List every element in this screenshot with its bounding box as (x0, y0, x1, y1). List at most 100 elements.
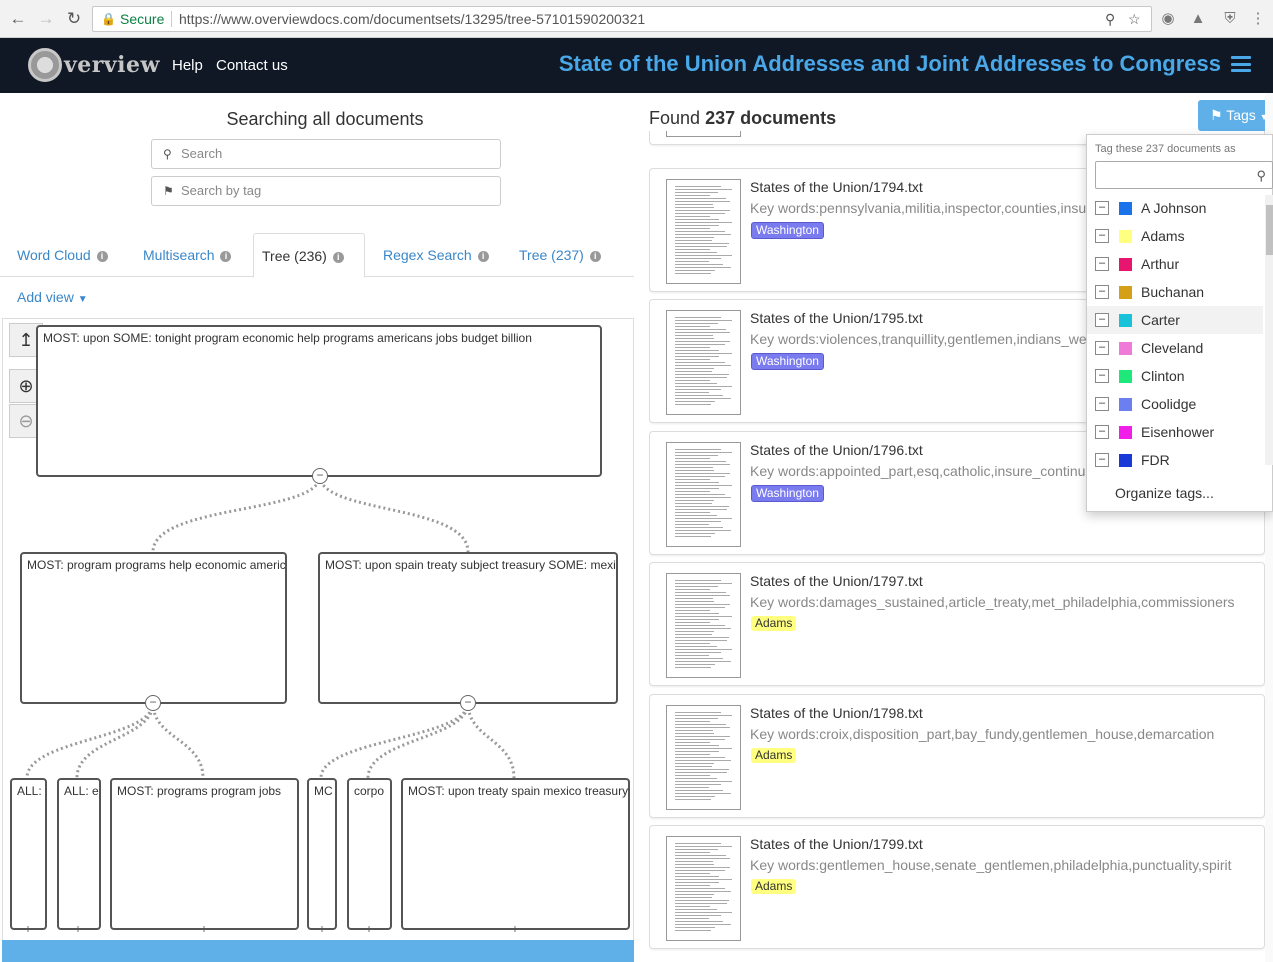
expand-node-icon[interactable]: + (197, 923, 211, 937)
tag-option[interactable]: – Buchanan (1087, 278, 1263, 306)
tag-badge: Washington (751, 485, 824, 502)
tag-checkbox[interactable]: – (1095, 425, 1109, 439)
tree-view[interactable]: ↥ ⊕ ⊖ MOST: upon SOME: tonight program e… (2, 318, 634, 962)
tag-search-input[interactable]: ⚑ Search by tag (151, 176, 501, 206)
tag-color-swatch (1119, 370, 1132, 383)
add-view-dropdown[interactable]: Add view ▼ (17, 289, 88, 305)
tag-filter-input[interactable]: ⚲ (1095, 161, 1273, 189)
tag-checkbox[interactable]: – (1095, 369, 1109, 383)
tree-node[interactable]: MOST: program programs help economic ame… (20, 552, 287, 704)
tags-dropdown: Tag these 237 documents as ⚲ – A Johnson … (1086, 134, 1273, 512)
tree-node[interactable]: MOST: programs program jobs (110, 778, 299, 930)
expand-node-icon[interactable]: + (21, 923, 35, 937)
document-title[interactable]: States of the Union/1794.txt (750, 179, 923, 195)
view-tabs: Word Cloud i Multisearch i Tree (236) i … (0, 233, 634, 278)
expand-node-icon[interactable]: + (315, 923, 329, 937)
document-card[interactable]: States of the Union/1798.txt Key words:c… (649, 694, 1265, 818)
document-keywords: Key words:croix,disposition_part,bay_fun… (750, 726, 1215, 742)
tree-node-root[interactable]: MOST: upon SOME: tonight program economi… (36, 325, 602, 477)
document-thumbnail (666, 836, 741, 941)
tag-checkbox[interactable]: – (1095, 453, 1109, 467)
reload-icon[interactable]: ↻ (64, 9, 84, 29)
tag-color-swatch (1119, 314, 1132, 327)
back-icon[interactable]: ← (8, 9, 28, 29)
tree-node[interactable]: corpo (347, 778, 392, 930)
tab-tree-236[interactable]: Tree (236) i (253, 233, 365, 278)
collapse-node-icon[interactable]: − (460, 695, 476, 711)
tag-option[interactable]: – FDR (1087, 446, 1263, 474)
expand-node-icon[interactable]: + (508, 923, 522, 937)
document-thumbnail (666, 442, 741, 547)
overview-logo[interactable]: verview (28, 48, 160, 82)
tag-option[interactable]: – Clinton (1087, 362, 1263, 390)
search-input[interactable]: ⚲ Search (151, 139, 501, 169)
tag-color-swatch (1119, 258, 1132, 271)
tag-checkbox[interactable]: – (1095, 229, 1109, 243)
tag-checkbox[interactable]: – (1095, 397, 1109, 411)
tags-button[interactable]: ⚑ Tags ▼ (1198, 100, 1273, 131)
extension-icon[interactable]: ◉ (1158, 9, 1178, 29)
menu-dots-icon[interactable]: ⋮ (1248, 9, 1268, 29)
collapse-node-icon[interactable]: − (145, 695, 161, 711)
tab-regex-search[interactable]: Regex Search i (375, 233, 497, 277)
tree-node[interactable]: MC (307, 778, 337, 930)
address-bar[interactable]: 🔒 Secure https://www.overviewdocs.com/do… (92, 6, 1152, 32)
secure-label: Secure (120, 11, 165, 27)
shield-extension-icon[interactable]: ⛨ (1220, 9, 1240, 29)
tag-option[interactable]: – Eisenhower (1087, 418, 1263, 446)
document-title[interactable]: States of the Union/1796.txt (750, 442, 923, 458)
tag-icon: ⚑ (163, 184, 174, 198)
tag-color-swatch (1119, 398, 1132, 411)
tag-checkbox[interactable]: – (1095, 257, 1109, 271)
document-thumbnail (666, 310, 741, 415)
tag-checkbox[interactable]: – (1095, 201, 1109, 215)
tags-scrollbar[interactable] (1265, 195, 1273, 465)
tree-node[interactable]: ALL: e (57, 778, 101, 930)
tree-node[interactable]: ALL: (10, 778, 47, 930)
expand-node-icon[interactable]: + (71, 923, 85, 937)
document-thumbnail (666, 705, 741, 810)
tag-option[interactable]: – Cleveland (1087, 334, 1263, 362)
tag-color-swatch (1119, 202, 1132, 215)
tree-node[interactable]: MOST: upon treaty spain mexico treasury (401, 778, 630, 930)
tag-checkbox[interactable]: – (1095, 285, 1109, 299)
contact-us-link[interactable]: Contact us (216, 57, 288, 74)
organize-tags-link[interactable]: Organize tags... (1115, 485, 1214, 501)
hamburger-menu-icon[interactable] (1231, 56, 1251, 72)
document-title[interactable]: States of the Union/1798.txt (750, 705, 923, 721)
app-header: verview Help Contact us State of the Uni… (0, 38, 1273, 93)
tag-checkbox[interactable]: – (1095, 341, 1109, 355)
tag-option[interactable]: – Coolidge (1087, 390, 1263, 418)
document-title[interactable]: States of the Union/1797.txt (750, 573, 923, 589)
tag-checkbox[interactable]: – (1095, 313, 1109, 327)
document-title[interactable]: States of the Union/1795.txt (750, 310, 923, 326)
expand-node-icon[interactable]: + (362, 923, 376, 937)
tag-option[interactable]: – Arthur (1087, 250, 1263, 278)
found-count: Found 237 documents (649, 108, 837, 128)
tag-option[interactable]: – Carter (1087, 306, 1263, 334)
forward-icon[interactable]: → (36, 9, 56, 29)
tag-color-swatch (1119, 454, 1132, 467)
help-link[interactable]: Help (172, 57, 203, 74)
key-icon[interactable]: ⚲ (1105, 7, 1115, 31)
bookmark-star-icon[interactable]: ☆ (1128, 7, 1141, 31)
document-card[interactable]: States of the Union/1797.txt Key words:d… (649, 562, 1265, 686)
tag-color-swatch (1119, 342, 1132, 355)
tag-badge: Adams (751, 879, 797, 894)
tag-badge: Adams (751, 616, 797, 631)
tab-tree-237[interactable]: Tree (237) i (511, 233, 609, 277)
tag-option[interactable]: – A Johnson (1087, 194, 1263, 222)
tag-option[interactable]: – Adams (1087, 222, 1263, 250)
document-card[interactable]: States of the Union/1799.txt Key words:g… (649, 825, 1265, 949)
document-title[interactable]: States of the Union/1799.txt (750, 836, 923, 852)
collapse-node-icon[interactable]: − (312, 468, 328, 484)
info-icon: i (477, 251, 489, 262)
tab-word-cloud[interactable]: Word Cloud i (9, 233, 116, 277)
caret-down-icon: ▼ (77, 294, 88, 305)
tree-node[interactable]: MOST: upon spain treaty subject treasury… (318, 552, 618, 704)
pdf-extension-icon[interactable]: ▲ (1188, 9, 1208, 29)
tag-badge: Adams (751, 748, 797, 763)
tab-multisearch[interactable]: Multisearch i (135, 233, 239, 277)
info-icon: i (96, 251, 108, 262)
tag-badge: Washington (751, 222, 824, 239)
